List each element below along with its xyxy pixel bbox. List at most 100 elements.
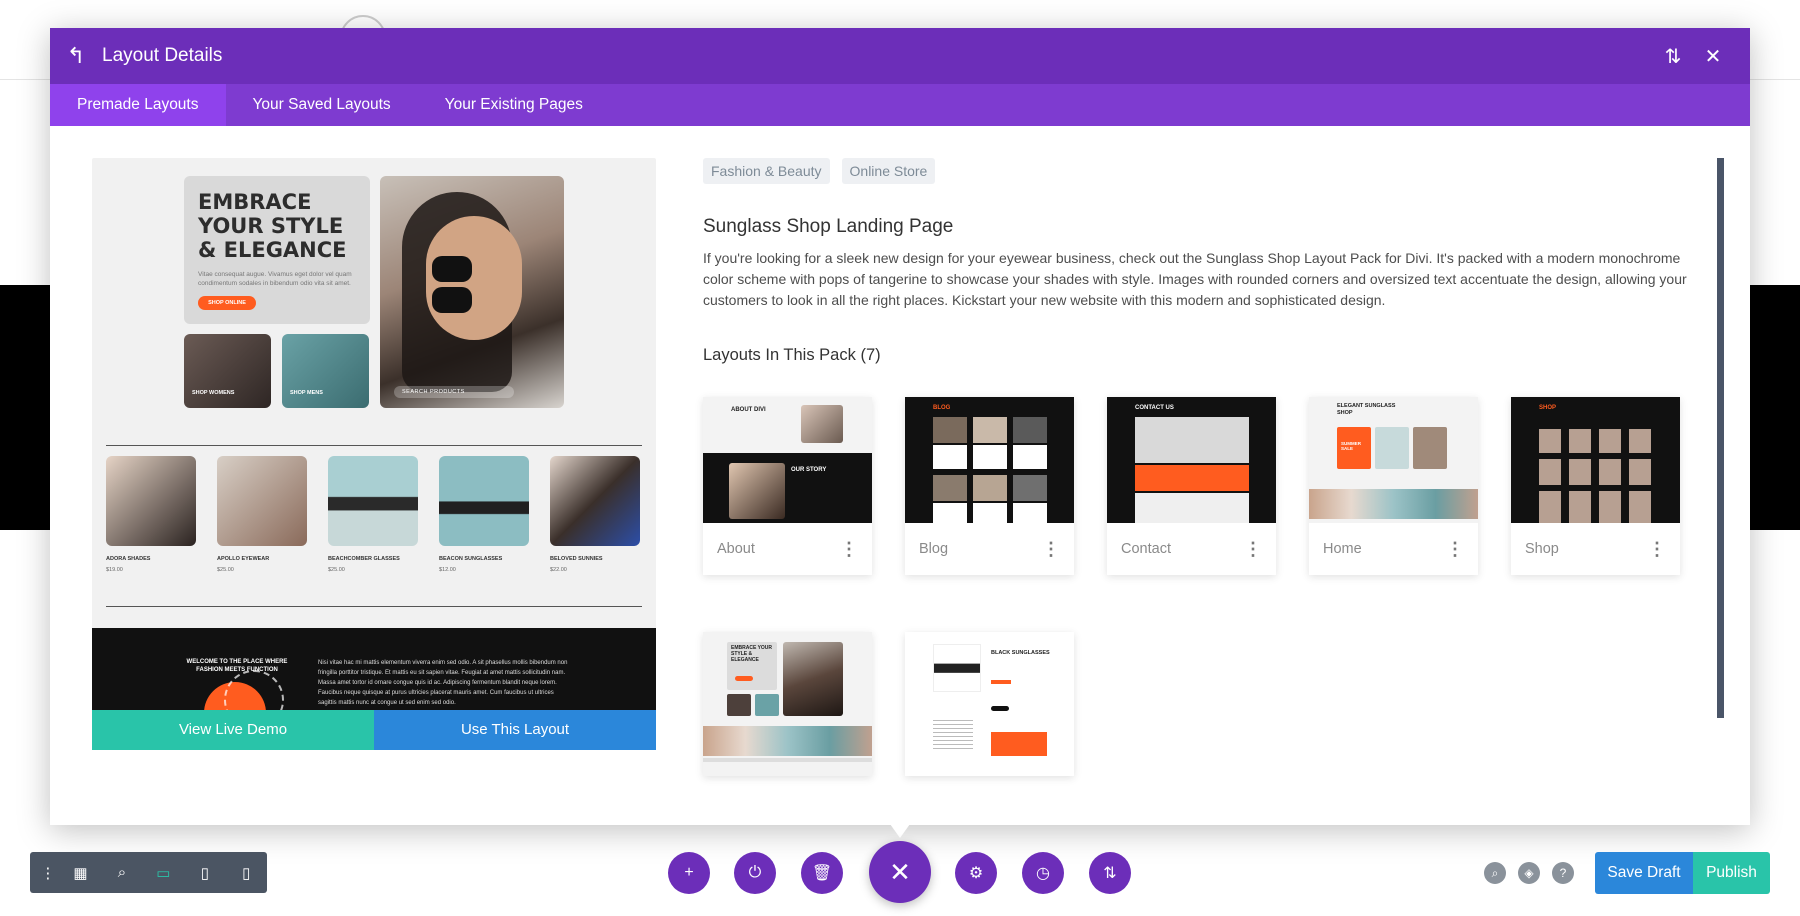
product-name: ADORA SHADES	[106, 556, 151, 562]
use-this-layout-button[interactable]: Use This Layout	[374, 710, 656, 750]
wireframe-icon[interactable]: ▦	[60, 864, 101, 882]
preview-product: BEACON SUNGLASSES $12.00	[439, 456, 529, 573]
tag-fashion-beauty[interactable]: Fashion & Beauty	[703, 158, 830, 184]
sort-icon[interactable]: ⇅	[1653, 28, 1693, 84]
preview-headline: EMBRACE YOUR STYLE & ELEGANCE	[198, 190, 347, 262]
help-icon[interactable]: ?	[1552, 862, 1574, 884]
layout-thumbnail: SHOP	[1511, 397, 1680, 523]
product-price: $22.00	[550, 567, 567, 573]
preview-product: ADORA SHADES $19.00	[106, 456, 196, 573]
thumb-title: ABOUT DIVI	[731, 407, 766, 413]
view-live-demo-button[interactable]: View Live Demo	[92, 710, 374, 750]
layout-preview[interactable]: EMBRACE YOUR STYLE & ELEGANCE Vitae cons…	[92, 158, 656, 750]
divider	[106, 445, 642, 446]
layout-thumbnail: CONTACT US	[1107, 397, 1276, 523]
product-image	[106, 456, 196, 546]
layout-card-home[interactable]: ELEGANT SUNGLASS SHOP SUMMER SALE Home ⋮	[1309, 397, 1478, 575]
pack-heading: Layouts In This Pack (7)	[703, 346, 881, 364]
card-label: Shop	[1525, 541, 1559, 557]
more-options-icon[interactable]: ⋮	[1648, 539, 1666, 560]
layout-card-product[interactable]: BLACK SUNGLASSES	[905, 632, 1074, 776]
close-icon[interactable]: ✕	[1693, 28, 1733, 84]
settings-icon[interactable]: ⚙	[955, 852, 997, 894]
product-name: BEACON SUNGLASSES	[439, 556, 503, 562]
layout-card-contact[interactable]: CONTACT US Contact ⋮	[1107, 397, 1276, 575]
preview-hero-text: Vitae consequat augue. Vivamus eget dolo…	[198, 271, 352, 287]
more-options-icon[interactable]: ⋮	[840, 539, 858, 560]
product-image	[439, 456, 529, 546]
back-arrow-icon[interactable]: ↰	[50, 28, 102, 84]
preview-dark-text: Nisi vitae hac mi mattis elementum viver…	[318, 660, 568, 706]
modal-header: ↰ Layout Details ⇅ ✕	[50, 28, 1750, 84]
modal-title: Layout Details	[102, 45, 223, 66]
card-label: Contact	[1121, 541, 1171, 557]
layout-card-about[interactable]: ABOUT DIVI OUR STORY About ⋮	[703, 397, 872, 575]
product-price: $25.00	[217, 567, 234, 573]
card-footer: Shop ⋮	[1511, 523, 1680, 575]
history-icon[interactable]: ◷	[1022, 852, 1064, 894]
product-price: $12.00	[439, 567, 456, 573]
more-options-icon[interactable]: ⋮	[1042, 539, 1060, 560]
layout-thumbnail: ELEGANT SUNGLASS SHOP SUMMER SALE	[1309, 397, 1478, 523]
trash-icon[interactable]: 🗑	[801, 852, 843, 894]
tablet-view-icon[interactable]: ▯	[184, 864, 225, 882]
product-price: $25.00	[328, 567, 345, 573]
more-options-icon[interactable]: ⋮	[1244, 539, 1262, 560]
view-toolbar: ⋮ ▦ ⌕ ▭ ▯ ▯	[30, 852, 267, 893]
menu-dots-icon[interactable]: ⋮	[36, 864, 60, 882]
more-options-icon[interactable]: ⋮	[1446, 539, 1464, 560]
phone-view-icon[interactable]: ▯	[226, 864, 267, 882]
tab-existing-pages[interactable]: Your Existing Pages	[418, 84, 610, 126]
layout-title: Sunglass Shop Landing Page	[703, 216, 954, 237]
divider	[106, 606, 642, 607]
preview-dark-title: WELCOME TO THE PLACE WHERE FASHION MEETS…	[186, 659, 288, 673]
search-icon[interactable]: ⌕	[1484, 862, 1506, 884]
product-name: BELOVED SUNNIES	[550, 556, 603, 562]
card-label: Home	[1323, 541, 1362, 557]
layout-details-modal: ↰ Layout Details ⇅ ✕ Premade Layouts You…	[50, 28, 1750, 825]
save-draft-button[interactable]: Save Draft	[1595, 852, 1693, 894]
card-footer: Home ⋮	[1309, 523, 1478, 575]
preview-product: BELOVED SUNNIES $22.00	[550, 456, 640, 573]
layers-icon[interactable]: ◈	[1518, 862, 1540, 884]
card-footer: Contact ⋮	[1107, 523, 1276, 575]
card-label: Blog	[919, 541, 949, 557]
product-image	[328, 456, 418, 546]
publish-button[interactable]: Publish	[1693, 852, 1770, 894]
close-builder-button[interactable]: ✕	[869, 841, 931, 903]
thumb-title: SHOP	[1539, 405, 1557, 411]
product-image	[550, 456, 640, 546]
add-icon[interactable]: +	[668, 852, 710, 894]
thumb-title: BLACK SUNGLASSES	[991, 650, 1050, 656]
preview-product: APOLLO EYEWEAR $25.00	[217, 456, 307, 573]
scrollbar[interactable]	[1717, 158, 1724, 718]
product-image	[217, 456, 307, 546]
desktop-view-icon[interactable]: ▭	[143, 864, 184, 882]
card-footer: About ⋮	[703, 523, 872, 575]
thumb-subtitle: SUMMER SALE	[1337, 427, 1371, 469]
preview-hero-image: SEARCH PRODUCTS	[380, 176, 564, 408]
tag-online-store[interactable]: Online Store	[841, 158, 936, 184]
layout-card-landing[interactable]: EMBRACE YOUR STYLE & ELEGANCE	[703, 632, 872, 776]
thumb-title: BLOG	[933, 405, 951, 411]
layout-card-shop[interactable]: SHOP Shop ⋮	[1511, 397, 1680, 575]
thumb-subtitle: OUR STORY	[791, 467, 827, 473]
card-footer: Blog ⋮	[905, 523, 1074, 575]
product-name: BEACHCOMBER GLASSES	[328, 556, 400, 562]
layout-card-blog[interactable]: BLOG Blog ⋮	[905, 397, 1074, 575]
preview-search: SEARCH PRODUCTS	[394, 386, 514, 398]
thumb-title: CONTACT US	[1135, 405, 1174, 411]
layout-description: If you're looking for a sleek new design…	[703, 250, 1687, 308]
tab-premade-layouts[interactable]: Premade Layouts	[50, 84, 226, 126]
thumb-title: EMBRACE YOUR STYLE & ELEGANCE	[731, 645, 773, 663]
tab-saved-layouts[interactable]: Your Saved Layouts	[226, 84, 418, 126]
modal-content: EMBRACE YOUR STYLE & ELEGANCE Vitae cons…	[50, 126, 1750, 825]
zoom-icon[interactable]: ⌕	[101, 864, 142, 881]
product-name: APOLLO EYEWEAR	[217, 556, 270, 562]
portability-icon[interactable]: ⇅	[1089, 852, 1131, 894]
power-icon[interactable]: ⏻	[734, 852, 776, 894]
modal-pointer	[890, 824, 910, 838]
layout-thumbnail: BLOG	[905, 397, 1074, 523]
preview-product: BEACHCOMBER GLASSES $25.00	[328, 456, 418, 573]
thumb-title: ELEGANT SUNGLASS SHOP	[1337, 403, 1396, 416]
